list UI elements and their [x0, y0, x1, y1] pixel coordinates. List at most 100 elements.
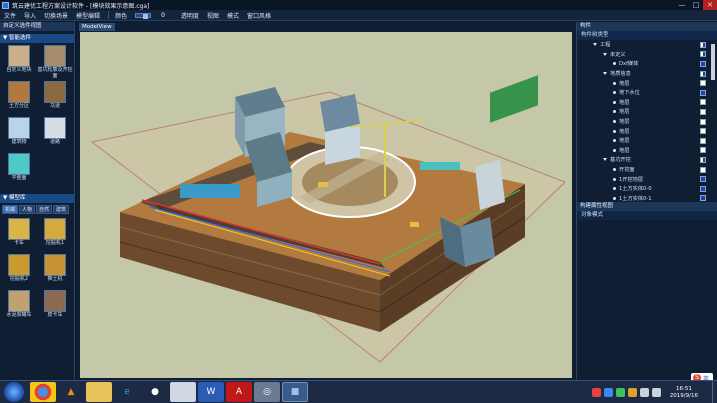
tree-item[interactable]: 地层 [577, 136, 717, 146]
tree-item-label: 地层 [619, 80, 630, 87]
clock[interactable]: 16:51 2019/9/16 [670, 386, 698, 400]
expand-arrow-icon[interactable] [603, 72, 607, 76]
file-explorer-taskbar-icon[interactable] [86, 382, 112, 402]
visibility-checkbox[interactable] [700, 137, 706, 144]
visibility-checkbox[interactable] [700, 176, 706, 183]
menu-import[interactable]: 导入 [24, 11, 36, 20]
tree-item[interactable]: 基坑开挖 [577, 155, 717, 165]
tile-custom-plot[interactable]: 自定义地块 [1, 45, 37, 80]
ramp-icon [44, 81, 66, 103]
visibility-checkbox[interactable] [700, 156, 706, 163]
tile-concrete-pump[interactable]: 水泥泵罐车 [1, 290, 37, 325]
menu-transparency[interactable]: 透明度 [181, 11, 199, 20]
visibility-checkbox[interactable] [700, 70, 706, 77]
tile-excavator-2[interactable]: 挖掘机2 [1, 254, 37, 289]
tile-road[interactable]: 道路 [37, 117, 73, 152]
tree-item[interactable]: 1开挖地层 [577, 174, 717, 184]
tree-item[interactable]: 地层 [577, 117, 717, 127]
bullet-icon [613, 129, 616, 133]
bullet-icon [613, 139, 616, 143]
visibility-checkbox[interactable] [700, 147, 706, 154]
3d-viewport[interactable] [80, 32, 572, 378]
tree-item[interactable]: 地层 [577, 126, 717, 136]
acrobat-taskbar-icon[interactable]: A [226, 382, 252, 402]
road-icon [44, 117, 66, 139]
tree-item[interactable]: 未定义 [577, 50, 717, 60]
maximize-button[interactable]: □ [689, 0, 703, 10]
volume-icon[interactable] [651, 388, 661, 397]
tile-building[interactable]: 建筑物 [1, 117, 37, 152]
expand-arrow-icon[interactable] [603, 52, 607, 56]
visibility-checkbox[interactable] [700, 166, 706, 173]
visibility-checkbox[interactable] [700, 41, 706, 48]
visibility-checkbox[interactable] [700, 108, 706, 115]
tab-machinery[interactable]: 机械 [2, 205, 19, 214]
tree-item[interactable]: 地层 [577, 98, 717, 108]
tile-bulldozer[interactable]: 推土机 [37, 254, 73, 289]
tile-level-surface[interactable]: 平整面 [1, 153, 37, 188]
tree-item-label: 地层 [619, 138, 630, 145]
app-taskbar-icon[interactable]: ■ [282, 382, 308, 402]
tab-people[interactable]: 人物 [19, 205, 36, 214]
visibility-checkbox[interactable] [700, 185, 706, 192]
ie-taskbar-icon[interactable]: e [114, 382, 140, 402]
tab-nature[interactable]: 自然 [36, 205, 53, 214]
visibility-checkbox[interactable] [700, 118, 706, 125]
model-section-header[interactable]: ▼ 模型库 [0, 194, 74, 203]
tree-item[interactable]: 地层 [577, 107, 717, 117]
object-mode-row[interactable]: 对象模式 [577, 211, 717, 220]
show-desktop-button[interactable] [712, 381, 717, 403]
slider-thumb[interactable] [143, 13, 149, 19]
tile-pickup-truck[interactable]: 皮卡车 [37, 290, 73, 325]
tree-scrollbar[interactable] [711, 44, 715, 80]
menu-file[interactable]: 文件 [4, 11, 16, 20]
tab-model-view[interactable]: ModelView [79, 23, 115, 31]
tile-excavator-1[interactable]: 挖掘机1 [37, 218, 73, 253]
start-button-icon[interactable] [4, 382, 24, 402]
tray-app-icon[interactable] [627, 388, 637, 397]
menu-view[interactable]: 视图 [207, 11, 219, 20]
tray-app-icon[interactable] [591, 388, 601, 397]
smart-section-header[interactable]: ▼ 智能选件 [0, 34, 74, 43]
expand-arrow-icon[interactable] [603, 158, 607, 162]
chrome-taskbar-icon[interactable] [30, 382, 56, 402]
menu-model-edit[interactable]: 模型编辑 [76, 11, 100, 20]
qq-taskbar-icon[interactable]: ● [142, 382, 168, 402]
tile-ramp[interactable]: 马道 [37, 81, 73, 116]
menu-switch-scene[interactable]: 切换场景 [44, 11, 68, 20]
color-slider[interactable] [135, 12, 152, 19]
tray-app-icon[interactable] [603, 388, 613, 397]
tile-earthwork-zone[interactable]: 土方分区 [1, 81, 37, 116]
visibility-checkbox[interactable] [700, 99, 706, 106]
tree-panel-title: 构件 [577, 22, 717, 31]
visibility-checkbox[interactable] [700, 128, 706, 135]
tree-item[interactable]: 地质信息 [577, 69, 717, 79]
tree-item[interactable]: 地层 [577, 78, 717, 88]
tree-item[interactable]: 开挖面 [577, 165, 717, 175]
tile-pit-outline[interactable]: 基坑轮廓及开挖面 [37, 45, 73, 80]
visibility-checkbox[interactable] [700, 195, 706, 202]
close-button[interactable]: ✕ [703, 0, 717, 10]
visibility-checkbox[interactable] [700, 80, 706, 87]
settings-taskbar-icon[interactable]: ◎ [254, 382, 280, 402]
tree-item[interactable]: 工程 [577, 40, 717, 50]
tray-app-icon[interactable] [615, 388, 625, 397]
visibility-checkbox[interactable] [700, 60, 706, 67]
tree-item[interactable]: 地层 [577, 146, 717, 156]
expand-arrow-icon[interactable] [593, 43, 597, 47]
vlc-taskbar-icon[interactable]: ▲ [58, 382, 84, 402]
tile-truck[interactable]: 卡车 [1, 218, 37, 253]
network-icon[interactable] [639, 388, 649, 397]
tree-item[interactable]: 地下水位 [577, 88, 717, 98]
tree-item[interactable]: Dxf媒体 [577, 59, 717, 69]
tab-buildings[interactable]: 建筑 [53, 205, 70, 214]
menu-mode[interactable]: 模式 [227, 11, 239, 20]
visibility-checkbox[interactable] [700, 51, 706, 58]
concrete-pump-icon [8, 290, 30, 312]
document-taskbar-icon[interactable] [170, 382, 196, 402]
menu-window-style[interactable]: 窗口风格 [247, 11, 271, 20]
visibility-checkbox[interactable] [700, 89, 706, 96]
word-taskbar-icon[interactable]: W [198, 382, 224, 402]
minimize-button[interactable]: — [675, 0, 689, 10]
tree-item[interactable]: 1土方实体0-0 [577, 184, 717, 194]
